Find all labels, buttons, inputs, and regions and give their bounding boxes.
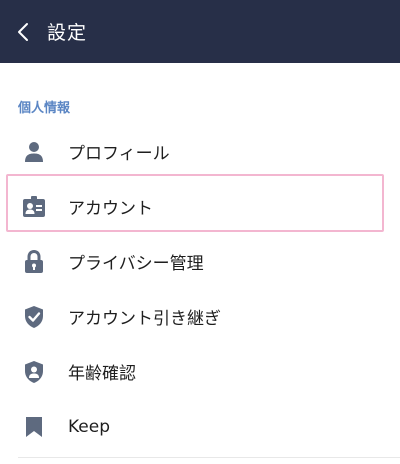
section-label-personal-info: 個人情報 (18, 101, 71, 116)
list-item-profile[interactable]: プロフィール (0, 124, 400, 179)
list-item-label: プロフィール (68, 144, 170, 164)
list-item-keep[interactable]: Keep (0, 399, 400, 454)
list-item-label: Keep (68, 416, 111, 437)
list-item-label: アカウント引き継ぎ (68, 309, 221, 329)
divider (18, 457, 400, 458)
id-card-icon (22, 195, 46, 219)
person-icon (22, 140, 46, 164)
shield-person-icon (22, 360, 46, 384)
page-title: 設定 (47, 22, 88, 44)
list-item-label: 年齢確認 (68, 364, 136, 384)
bookmark-icon (22, 415, 46, 439)
list-item-account[interactable]: アカウント (0, 179, 400, 234)
back-button[interactable] (0, 0, 44, 63)
chevron-left-icon (18, 22, 28, 41)
list-item-privacy[interactable]: プライバシー管理 (0, 234, 400, 289)
settings-list: プロフィール アカウント プライバシー管理 アカウント引き継ぎ 年齢確認 Kee… (0, 124, 400, 454)
list-item-account-transfer[interactable]: アカウント引き継ぎ (0, 289, 400, 344)
list-item-label: アカウント (68, 199, 153, 219)
list-item-age-verification[interactable]: 年齢確認 (0, 344, 400, 399)
list-item-label: プライバシー管理 (68, 254, 204, 274)
shield-check-icon (22, 305, 46, 329)
lock-icon (22, 249, 46, 274)
header-bar: 設定 (0, 0, 400, 63)
